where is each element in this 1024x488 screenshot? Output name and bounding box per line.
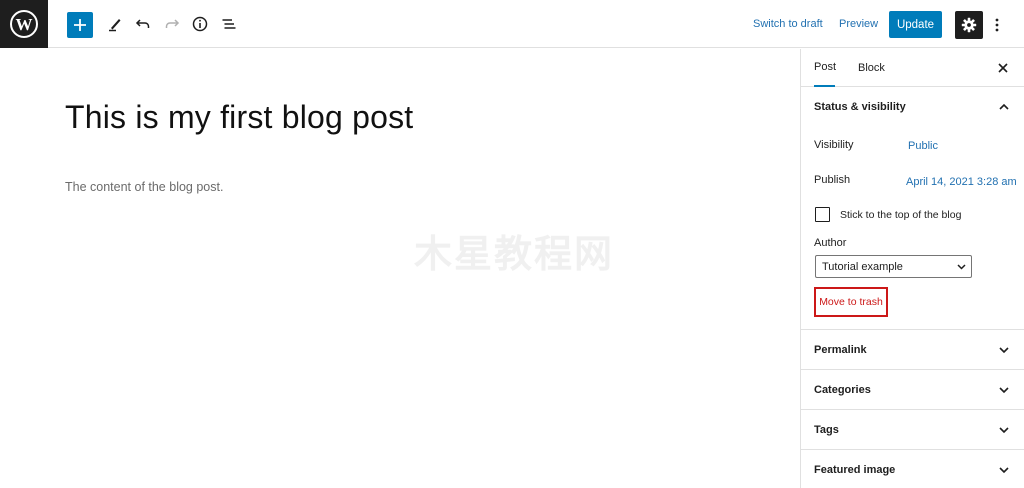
featured-image-panel-toggle[interactable]: Featured image xyxy=(801,450,1024,488)
undo-icon xyxy=(135,19,150,28)
tags-heading: Tags xyxy=(814,424,839,436)
chevron-down-icon xyxy=(999,387,1009,394)
tab-post[interactable]: Post xyxy=(814,49,836,87)
wordpress-logo-icon[interactable]: W xyxy=(0,0,48,48)
editor-toolbar: W Switch to draft Preview Update xyxy=(0,0,1024,48)
author-select[interactable]: Tutorial example xyxy=(815,255,972,278)
settings-sidebar: Post Block Status & visibility Visibilit… xyxy=(800,49,1024,488)
sidebar-tabs: Post Block xyxy=(801,49,1024,87)
editor-canvas: This is my first blog post The content o… xyxy=(0,49,800,488)
undo-button[interactable] xyxy=(129,10,157,38)
move-to-trash-label: Move to trash xyxy=(819,296,883,308)
pencil-icon xyxy=(109,19,121,32)
options-button[interactable] xyxy=(990,12,1004,38)
featured-image-heading: Featured image xyxy=(814,464,896,476)
tab-block[interactable]: Block xyxy=(858,49,885,87)
tools-button[interactable] xyxy=(101,10,129,38)
chevron-up-icon xyxy=(999,103,1009,110)
author-selected-value: Tutorial example xyxy=(822,261,903,273)
switch-to-draft-button[interactable]: Switch to draft xyxy=(753,18,823,30)
post-title[interactable]: This is my first blog post xyxy=(65,99,413,136)
categories-panel-toggle[interactable]: Categories xyxy=(801,370,1024,410)
list-view-icon xyxy=(222,19,236,29)
plus-icon xyxy=(74,19,86,31)
more-vertical-icon xyxy=(995,18,999,32)
author-label: Author xyxy=(814,237,847,249)
list-view-button[interactable] xyxy=(215,10,243,38)
permalink-heading: Permalink xyxy=(814,344,867,356)
status-visibility-toggle[interactable]: Status & visibility xyxy=(801,87,1024,127)
publish-label: Publish xyxy=(814,174,851,186)
sticky-checkbox[interactable] xyxy=(815,207,830,222)
details-button[interactable] xyxy=(186,10,214,38)
chevron-down-icon xyxy=(957,264,966,270)
gear-icon xyxy=(961,17,977,33)
preview-button[interactable]: Preview xyxy=(839,18,878,30)
watermark: 木星教程网 xyxy=(414,234,615,276)
chevron-down-icon xyxy=(999,347,1009,354)
visibility-value-button[interactable]: Public xyxy=(908,140,938,152)
status-visibility-heading: Status & visibility xyxy=(814,101,906,113)
update-button[interactable]: Update xyxy=(889,11,942,38)
redo-button[interactable] xyxy=(158,10,186,38)
paragraph-block[interactable]: The content of the blog post. xyxy=(65,180,223,194)
redo-icon xyxy=(165,19,180,28)
sticky-label: Stick to the top of the blog xyxy=(840,209,962,221)
chevron-down-icon xyxy=(999,427,1009,434)
settings-button[interactable] xyxy=(955,11,983,39)
categories-heading: Categories xyxy=(814,384,871,396)
publish-date-button[interactable]: April 14, 2021 3:28 am xyxy=(906,176,1017,188)
move-to-trash-button[interactable]: Move to trash xyxy=(814,287,888,317)
visibility-label: Visibility xyxy=(814,139,854,151)
permalink-panel-toggle[interactable]: Permalink xyxy=(801,330,1024,370)
tags-panel-toggle[interactable]: Tags xyxy=(801,410,1024,450)
info-icon xyxy=(192,16,208,32)
close-icon[interactable] xyxy=(996,61,1010,75)
add-block-button[interactable] xyxy=(67,12,93,38)
svg-text:W: W xyxy=(16,15,33,34)
chevron-down-icon xyxy=(999,467,1009,474)
